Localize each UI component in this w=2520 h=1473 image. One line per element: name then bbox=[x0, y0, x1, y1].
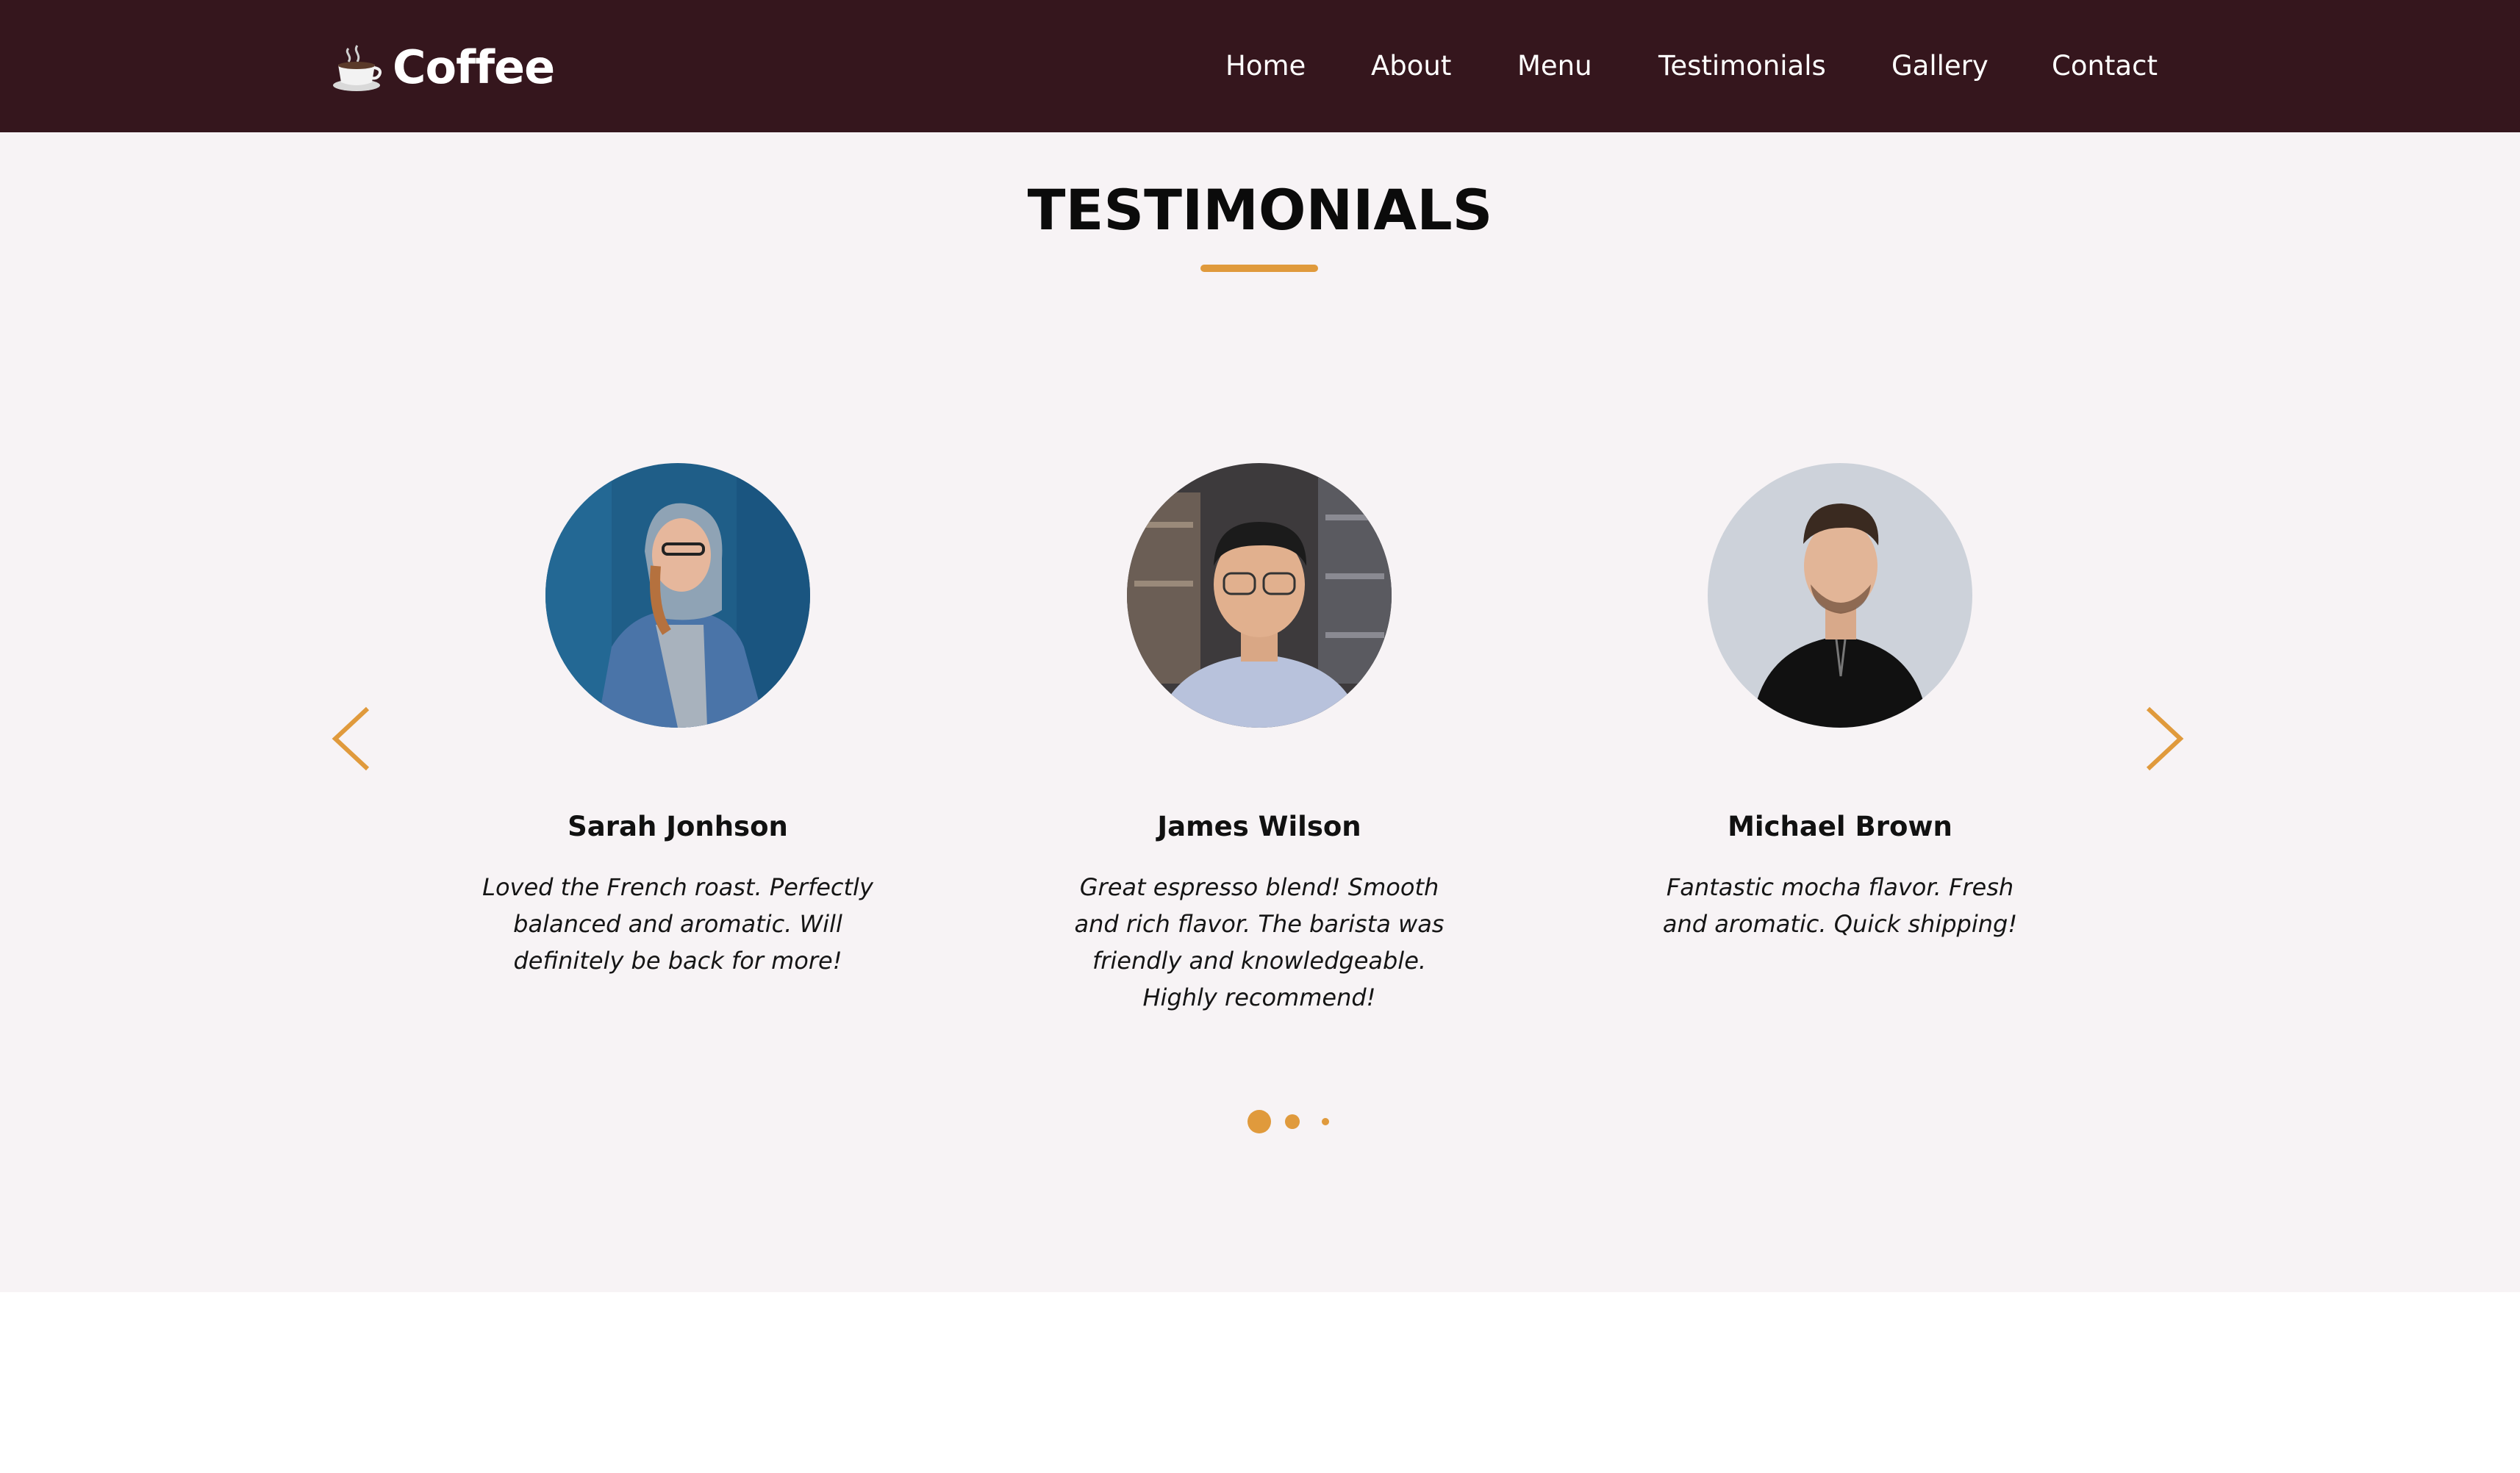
pagination-dot[interactable] bbox=[1285, 1114, 1300, 1129]
chevron-right-icon[interactable] bbox=[2144, 706, 2185, 772]
coffee-cup-icon bbox=[333, 45, 382, 91]
testimonial-text: Fantastic mocha flavor. Fresh and aromat… bbox=[1662, 873, 2018, 938]
avatar bbox=[545, 463, 810, 728]
testimonial-name: Sarah Jonhson bbox=[568, 811, 788, 842]
nav-contact[interactable]: Contact bbox=[2052, 44, 2158, 88]
chevron-left-icon[interactable] bbox=[331, 706, 372, 772]
avatar bbox=[1127, 463, 1392, 728]
pagination-dot-active[interactable] bbox=[1248, 1110, 1271, 1133]
title-underline bbox=[1200, 265, 1318, 272]
testimonial-text: Great espresso blend! Smooth and rich fl… bbox=[1074, 873, 1445, 1011]
nav-menu[interactable]: Menu bbox=[1517, 44, 1592, 88]
testimonial-name: James Wilson bbox=[1157, 811, 1361, 842]
nav-testimonials[interactable]: Testimonials bbox=[1658, 44, 1826, 88]
nav-home[interactable]: Home bbox=[1225, 44, 1306, 88]
testimonial-text: Loved the French roast. Perfectly balanc… bbox=[482, 873, 873, 975]
carousel-pagination bbox=[0, 1108, 2520, 1135]
navbar: Coffee Home About Menu Testimonials Gall… bbox=[0, 0, 2520, 132]
avatar bbox=[1708, 463, 1972, 728]
nav-about[interactable]: About bbox=[1371, 44, 1451, 88]
brand-name: Coffee bbox=[393, 40, 555, 94]
brand-logo[interactable]: Coffee bbox=[331, 38, 555, 97]
nav-gallery[interactable]: Gallery bbox=[1891, 44, 1989, 88]
section-title: TESTIMONIALS bbox=[1027, 177, 1493, 243]
testimonial-name: Michael Brown bbox=[1728, 811, 1952, 842]
pagination-dot[interactable] bbox=[1322, 1118, 1329, 1125]
